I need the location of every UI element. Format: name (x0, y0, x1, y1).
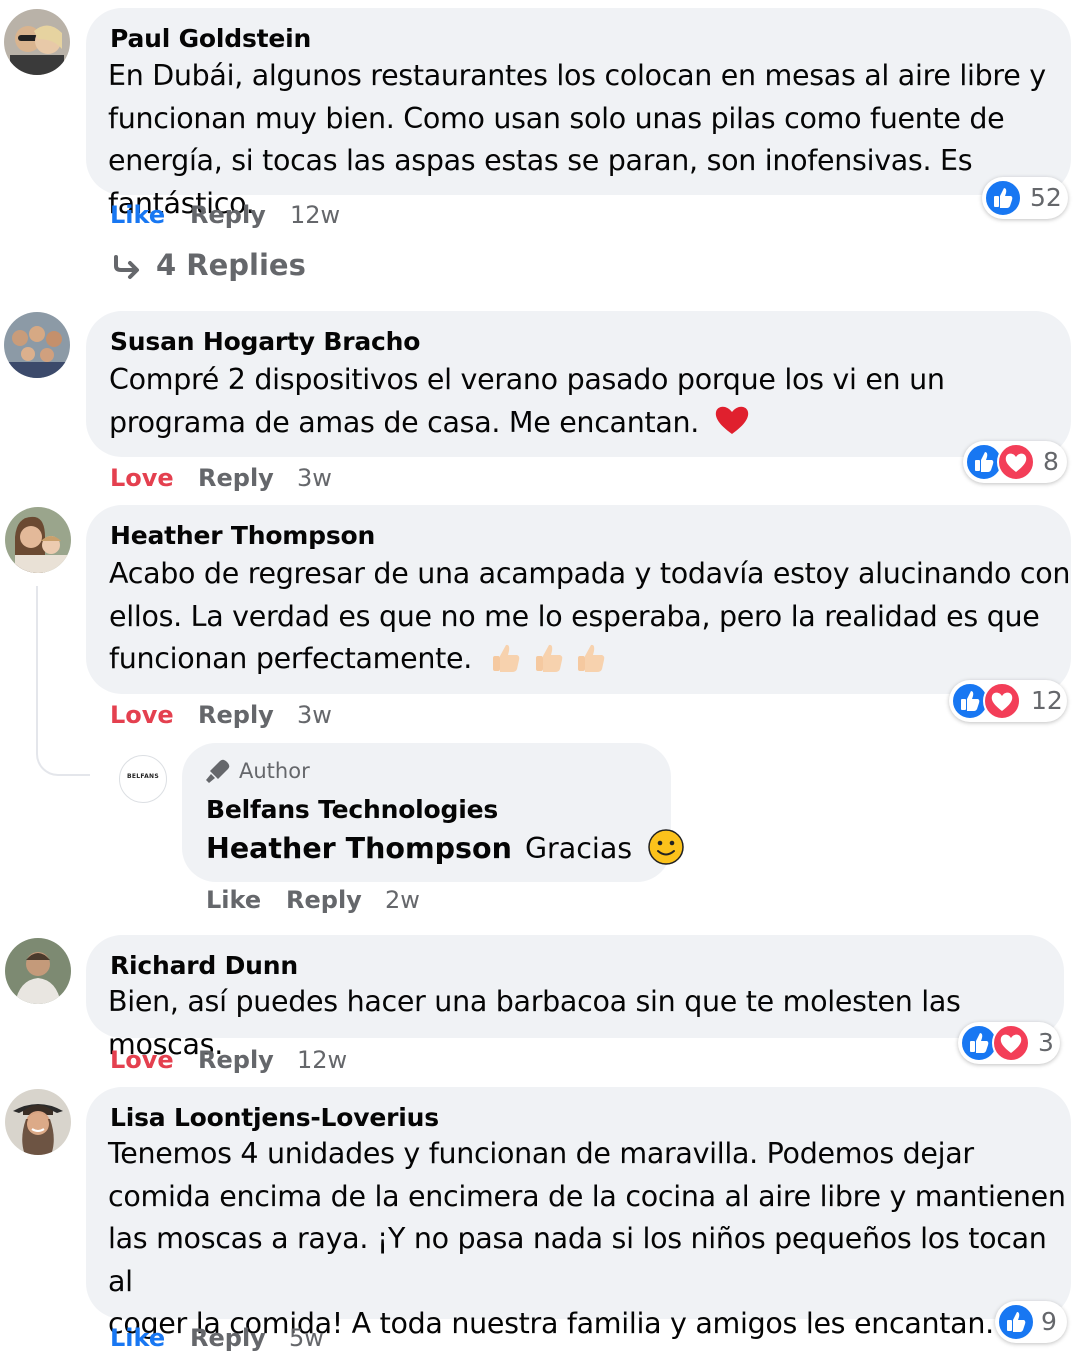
love-button[interactable]: Love (110, 701, 174, 729)
reply-author[interactable]: Belfans Technologies (206, 795, 498, 824)
reply-message: Gracias (524, 832, 633, 865)
thumbs-up-emoji-icon (578, 644, 605, 672)
reaction-summary[interactable]: 9 (995, 1301, 1067, 1343)
comment-text-line: Tenemos 4 unidades y funcionan de maravi… (108, 1137, 974, 1170)
reaction-summary[interactable]: 12 (949, 680, 1067, 722)
comment-text-line: Acabo de regresar de una acampada y toda… (109, 557, 1071, 590)
love-button[interactable]: Love (110, 1046, 174, 1074)
avatar-heather-thompson[interactable] (5, 507, 71, 573)
reply-timestamp[interactable]: 2w (385, 886, 420, 914)
comment-text-line: Compré 2 dispositivos el verano pasado p… (109, 363, 945, 396)
comment-text-line: comida encima de la encimera de la cocin… (108, 1179, 1066, 1213)
author-badge-label: Author (239, 759, 310, 783)
comment-timestamp[interactable]: 12w (290, 201, 340, 229)
comment-text-line-with-emoji: programa de amas de casa. Me encantan. (109, 402, 945, 445)
reaction-summary[interactable]: 3 (958, 1022, 1060, 1064)
avatar-susan-hogarty-bracho[interactable] (4, 312, 70, 378)
avatar-paul-goldstein[interactable] (4, 9, 70, 75)
mentioned-user[interactable]: Heather Thompson (206, 832, 512, 865)
reaction-count: 52 (1030, 183, 1062, 212)
reaction-summary[interactable]: 52 (982, 177, 1068, 219)
reply-button[interactable]: Reply (198, 701, 274, 729)
like-reaction-icon (984, 179, 1022, 217)
avatar-belfans-technologies[interactable]: BELFANS (119, 755, 167, 803)
reply-arrow-icon (114, 255, 139, 279)
microphone-icon (206, 759, 230, 783)
comment-text-line: funcionan perfectamente. (109, 642, 472, 675)
like-button[interactable]: Like (110, 201, 165, 229)
reply-button[interactable]: Reply (198, 1046, 274, 1074)
comment-author[interactable]: Heather Thompson (110, 521, 375, 550)
comment-text-line-with-emoji: funcionan perfectamente. (109, 638, 1070, 687)
love-reaction-icon (992, 1024, 1030, 1062)
thumbs-up-emoji-group (491, 642, 607, 687)
comment-author[interactable]: Susan Hogarty Bracho (110, 327, 420, 356)
avatar-richard-dunn[interactable] (5, 938, 71, 1004)
like-button[interactable]: Like (110, 1324, 165, 1352)
comment-text-line: las moscas a raya. ¡Y no pasa nada si lo… (108, 1222, 1047, 1298)
brand-logo-text: BELFANS (127, 773, 159, 780)
reply-button[interactable]: Reply (198, 464, 274, 492)
comment-timestamp[interactable]: 12w (297, 1046, 347, 1074)
reaction-count: 9 (1041, 1307, 1057, 1336)
reaction-count: 8 (1043, 447, 1059, 476)
comment-timestamp[interactable]: 3w (297, 464, 332, 492)
reaction-count: 12 (1031, 686, 1063, 715)
like-reaction-icon (997, 1303, 1035, 1341)
avatar-lisa-loontjens-loverius[interactable] (5, 1089, 71, 1155)
comment-text: Tenemos 4 unidades y funcionan de maravi… (108, 1133, 1080, 1346)
thumbs-up-emoji-icon (535, 644, 562, 672)
reply-button[interactable]: Reply (190, 201, 266, 229)
comment-text-line: funcionan muy bien. Como usan solo unas … (108, 101, 1005, 135)
reply-text: Heather Thompson Gracias (206, 828, 685, 868)
love-button[interactable]: Love (110, 464, 174, 492)
reaction-summary[interactable]: 8 (963, 441, 1067, 483)
like-button[interactable]: Like (206, 886, 261, 914)
comment-author[interactable]: Lisa Loontjens-Loverius (110, 1103, 439, 1132)
comment-text: Acabo de regresar de una acampada y toda… (109, 553, 1071, 687)
comment-text-line: programa de amas de casa. Me encantan. (109, 405, 700, 439)
reply-thread-line (36, 586, 90, 776)
comment-author[interactable]: Paul Goldstein (110, 24, 311, 53)
comment-text: En Dubái, algunos restaurantes los coloc… (108, 55, 1080, 225)
love-reaction-icon (997, 443, 1035, 481)
thumbs-up-emoji-icon (492, 644, 519, 672)
comment-timestamp[interactable]: 5w (289, 1324, 324, 1352)
reply-button[interactable]: Reply (286, 886, 362, 914)
replies-count-label: 4 Replies (156, 248, 306, 282)
love-reaction-icon (983, 682, 1021, 720)
red-heart-emoji-icon (715, 406, 749, 434)
slightly-smiling-face-emoji-icon (648, 829, 684, 865)
comment-text-line: En Dubái, algunos restaurantes los coloc… (108, 59, 1046, 92)
reply-button[interactable]: Reply (190, 1324, 266, 1352)
comment-author[interactable]: Richard Dunn (110, 951, 298, 980)
reaction-count: 3 (1038, 1028, 1054, 1057)
comment-text: Compré 2 dispositivos el verano pasado p… (109, 359, 945, 444)
comment-text-line: ellos. La verdad es que no me lo esperab… (109, 599, 1040, 633)
comment-timestamp[interactable]: 3w (297, 701, 332, 729)
